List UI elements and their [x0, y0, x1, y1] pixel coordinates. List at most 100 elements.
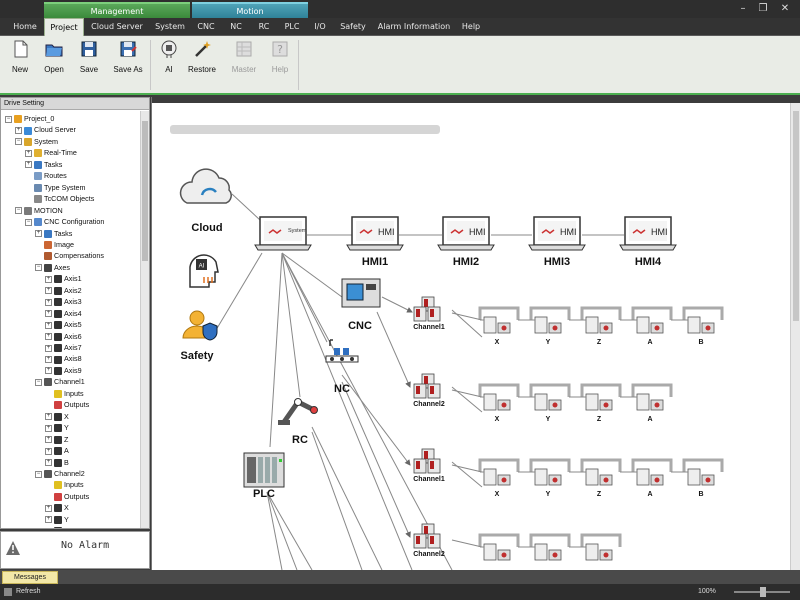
tree-item-outputs[interactable]: Outputs: [45, 491, 89, 502]
tree-item-system[interactable]: − System: [15, 136, 58, 147]
tree-item-axes[interactable]: − Axes: [35, 262, 70, 273]
tree-item-channel2[interactable]: − Channel2: [35, 468, 85, 479]
tree-item-z[interactable]: +Z: [45, 525, 68, 528]
zoom-slider-thumb[interactable]: [760, 587, 766, 597]
tab-plc[interactable]: PLC: [278, 18, 306, 36]
axis-drive-node[interactable]: A: [631, 306, 673, 346]
expand-icon[interactable]: +: [45, 275, 52, 283]
expand-icon[interactable]: +: [45, 447, 52, 455]
expand-icon[interactable]: +: [45, 321, 52, 329]
cloud-node[interactable]: Cloud: [179, 168, 232, 234]
axis-drive-node[interactable]: [580, 533, 622, 561]
tree-item-routes[interactable]: Routes: [25, 170, 67, 181]
tree-item-y[interactable]: + Y: [45, 514, 69, 525]
tree-item-axis8[interactable]: + Axis8: [45, 353, 82, 364]
tree-item-motion[interactable]: − MOTION: [15, 205, 63, 216]
tab-alarm-information[interactable]: Alarm Information: [374, 18, 454, 36]
rc-node[interactable]: RC: [278, 398, 318, 447]
tree-item-type-system[interactable]: Type System: [25, 182, 86, 193]
expand-icon[interactable]: +: [45, 356, 52, 364]
tree-item-axis2[interactable]: + Axis2: [45, 285, 82, 296]
hmi-node[interactable]: HMI HMI2: [437, 216, 495, 268]
tree-item-real-time[interactable]: + Real-Time: [25, 147, 77, 158]
new-button[interactable]: New: [4, 38, 36, 88]
tab-help[interactable]: Help: [456, 18, 486, 36]
tree-item-x[interactable]: + X: [45, 411, 69, 422]
tree-item-b[interactable]: + B: [45, 457, 69, 468]
expand-icon[interactable]: +: [45, 424, 52, 432]
expand-icon[interactable]: +: [45, 367, 52, 375]
axis-drive-node[interactable]: Y: [529, 383, 571, 423]
expand-icon[interactable]: +: [45, 436, 52, 444]
expand-icon[interactable]: +: [45, 298, 52, 306]
axis-drive-node[interactable]: Z: [580, 306, 622, 346]
save-as-button[interactable]: Save As: [110, 38, 146, 88]
collapse-icon[interactable]: −: [35, 264, 42, 272]
tree-item-axis5[interactable]: + Axis5: [45, 319, 82, 330]
tab-home[interactable]: Home: [6, 18, 44, 36]
project-tree[interactable]: − Project_0 + Cloud Server − System + Real-Time…: [1, 111, 141, 528]
tab-cloud-server[interactable]: Cloud Server: [86, 18, 148, 36]
axis-drive-node[interactable]: A: [631, 383, 673, 423]
tree-item-z[interactable]: +Z: [45, 434, 68, 445]
axis-drive-node[interactable]: Z: [580, 383, 622, 423]
tree-item-y[interactable]: + Y: [45, 422, 69, 433]
expand-icon[interactable]: +: [45, 287, 52, 295]
tree-item-axis9[interactable]: + Axis9: [45, 365, 82, 376]
axis-drive-node[interactable]: [478, 533, 520, 561]
expand-icon[interactable]: +: [45, 413, 52, 421]
tree-item-inputs[interactable]: Inputs: [45, 479, 84, 490]
expand-icon[interactable]: +: [45, 516, 52, 524]
tree-item-axis7[interactable]: + Axis7: [45, 342, 82, 353]
context-tab-motion[interactable]: Motion: [192, 2, 308, 18]
collapse-icon[interactable]: −: [25, 218, 32, 226]
system-node[interactable]: System: [254, 216, 312, 251]
axis-drive-node[interactable]: X: [478, 383, 520, 423]
save-button[interactable]: Save: [73, 38, 105, 88]
collapse-icon[interactable]: −: [35, 378, 42, 386]
tree-item-a[interactable]: + A: [45, 445, 69, 456]
collapse-icon[interactable]: −: [5, 115, 12, 123]
hmi-node[interactable]: HMI HMI3: [528, 216, 586, 268]
ai-button[interactable]: AI: [153, 38, 185, 88]
channel-node[interactable]: Channel1: [413, 448, 445, 483]
collapse-icon[interactable]: −: [15, 138, 22, 146]
tree-item-axis4[interactable]: + Axis4: [45, 308, 82, 319]
axis-drive-node[interactable]: [529, 533, 571, 561]
axis-drive-node[interactable]: X: [478, 306, 520, 346]
context-tab-management[interactable]: Management: [44, 2, 190, 18]
channel-node[interactable]: Channel1: [413, 296, 445, 331]
close-icon[interactable]: ✕: [775, 2, 795, 16]
plc-node[interactable]: PLC: [243, 452, 285, 500]
expand-icon[interactable]: +: [45, 333, 52, 341]
tab-safety[interactable]: Safety: [334, 18, 372, 36]
messages-tab[interactable]: Messages: [2, 571, 58, 584]
axis-drive-node[interactable]: B: [682, 306, 724, 346]
restore-window-icon[interactable]: ❐: [753, 2, 773, 16]
axis-drive-node[interactable]: Y: [529, 306, 571, 346]
expand-icon[interactable]: +: [35, 230, 42, 238]
tree-item-axis1[interactable]: + Axis1: [45, 273, 82, 284]
channel-node[interactable]: Channel2: [413, 373, 445, 408]
expand-icon[interactable]: +: [25, 161, 32, 169]
expand-icon[interactable]: +: [45, 310, 52, 318]
expand-icon[interactable]: +: [45, 344, 52, 352]
minimize-icon[interactable]: –: [733, 2, 753, 16]
expand-icon[interactable]: +: [15, 127, 22, 135]
master-button[interactable]: Master: [228, 38, 260, 88]
tree-item-inputs[interactable]: Inputs: [45, 388, 84, 399]
tree-item-channel1[interactable]: − Channel1: [35, 376, 85, 387]
cnc-node[interactable]: CNC: [341, 278, 381, 332]
axis-drive-node[interactable]: B: [682, 458, 724, 498]
tree-item-tccom-objects[interactable]: TcCOM Objects: [25, 193, 94, 204]
tree-item-tasks[interactable]: + Tasks: [35, 228, 72, 239]
safety-node[interactable]: Safety: [180, 310, 218, 362]
axis-drive-node[interactable]: Z: [580, 458, 622, 498]
tree-item-project-0[interactable]: − Project_0: [5, 113, 54, 124]
tree-item-image[interactable]: Image: [35, 239, 74, 250]
hmi-node[interactable]: HMI HMI1: [346, 216, 404, 268]
canvas-scrollbar-thumb[interactable]: [793, 111, 799, 321]
tree-item-axis6[interactable]: + Axis6: [45, 331, 82, 342]
tab-project[interactable]: Project: [44, 18, 84, 36]
tree-item-axis3[interactable]: + Axis3: [45, 296, 82, 307]
